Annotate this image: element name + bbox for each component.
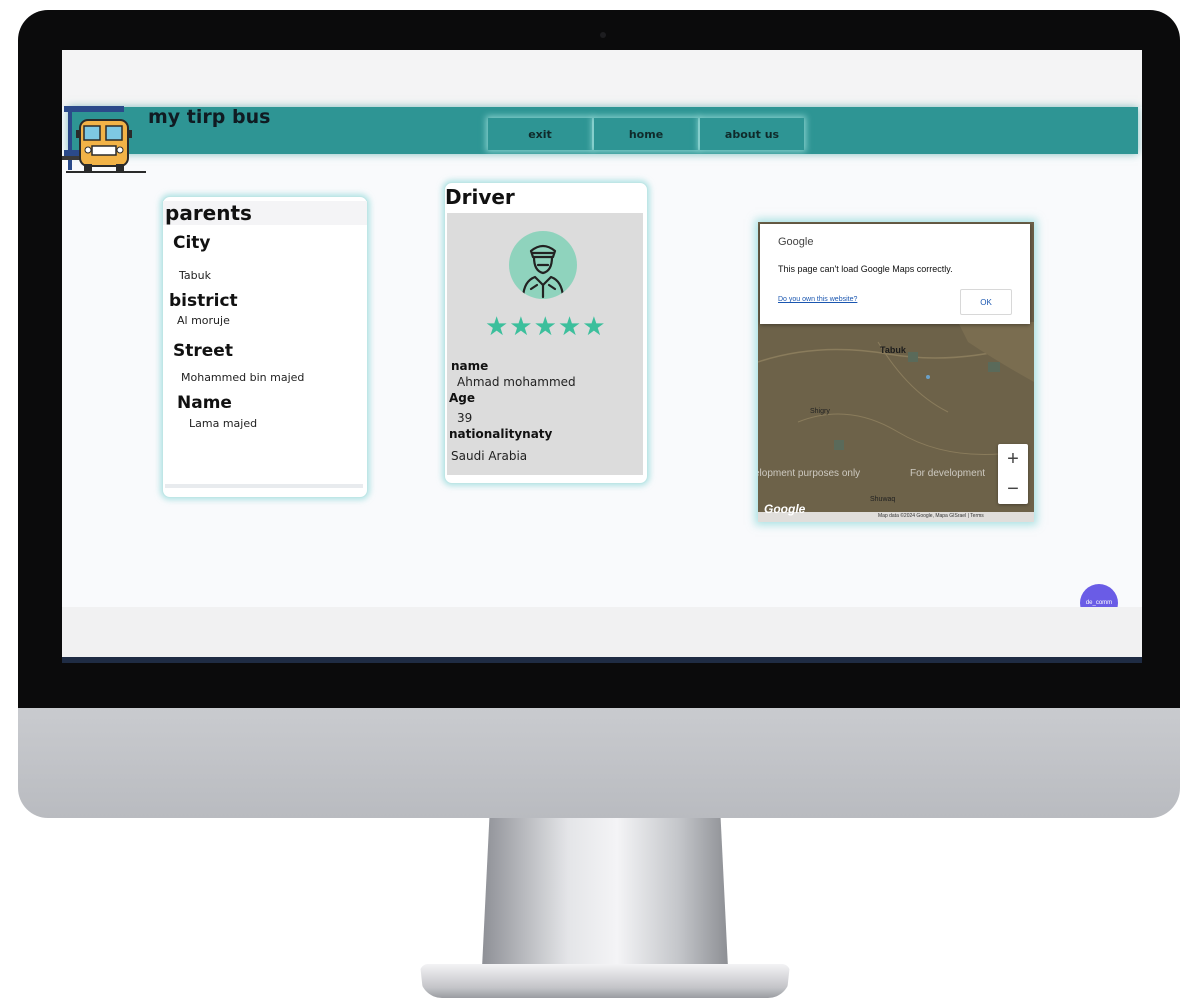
name-value: Lama majed <box>189 417 258 430</box>
chat-widget-label: de_comm <box>1085 600 1113 606</box>
driver-avatar-icon <box>509 231 577 299</box>
map-place-label: Shigry <box>810 408 830 415</box>
driver-card: Driver ★★★★★ name Ahmad mohammed Age 39 … <box>444 182 648 484</box>
parents-title: parents <box>163 201 367 225</box>
main-nav: exit home about us <box>488 118 804 150</box>
nav-home-button[interactable]: home <box>594 118 698 150</box>
name-label: Name <box>177 393 232 413</box>
nav-about-button[interactable]: about us <box>700 118 804 150</box>
map-ok-button[interactable]: OK <box>960 289 1012 315</box>
city-label: City <box>173 233 211 253</box>
district-label: bistrict <box>169 291 238 311</box>
map-zoom-control: + − <box>998 444 1028 504</box>
taskbar-edge <box>62 657 1142 663</box>
stand-base <box>420 964 790 998</box>
map-dialog-link[interactable]: Do you own this website? <box>778 296 857 303</box>
parents-card-bar <box>165 484 363 488</box>
zoom-out-button[interactable]: − <box>998 474 1028 504</box>
map-watermark: elopment purposes only <box>758 468 861 479</box>
stand-neck <box>482 818 728 968</box>
site-title: my tirp bus <box>148 106 271 128</box>
driver-rating-stars: ★★★★★ <box>485 311 607 341</box>
driver-title: Driver <box>445 185 515 209</box>
driver-name-label: name <box>451 359 489 373</box>
driver-nationality-label: nationalitynaty <box>449 427 553 441</box>
driver-age-value: 39 <box>457 411 473 425</box>
street-value: Mohammed bin majed <box>181 371 305 384</box>
monitor-chin <box>18 708 1180 818</box>
nav-exit-button[interactable]: exit <box>488 118 592 150</box>
map-place-label-2: Shuwaq <box>870 496 896 503</box>
driver-name-value: Ahmad mohammed <box>457 375 576 389</box>
street-label: Street <box>173 341 233 361</box>
map-city-label: Tabuk <box>880 345 906 355</box>
map-watermark-2: For development <box>910 468 986 479</box>
google-logo: Google <box>764 502 806 516</box>
map-attribution: Map data ©2024 Google, Mapa GISrael | Te… <box>878 513 984 519</box>
district-value: Al moruje <box>177 314 230 327</box>
parents-card: parents City Tabuk bistrict Al moruje St… <box>162 196 368 498</box>
google-map[interactable]: Google This page can't load Google Maps … <box>758 222 1034 522</box>
driver-age-label: Age <box>449 391 476 405</box>
monitor-stand <box>420 818 790 1000</box>
camera-dot <box>600 32 606 38</box>
bus-stop-logo-icon <box>62 104 146 174</box>
map-dialog-title: Google <box>778 236 814 248</box>
city-value: Tabuk <box>179 269 211 282</box>
screen: my tirp bus exit home about us parents C… <box>62 50 1142 663</box>
map-dialog-message: This page can't load Google Maps correct… <box>778 264 953 274</box>
driver-nationality-value: Saudi Arabia <box>451 449 528 463</box>
browser-top-area <box>62 50 1142 107</box>
map-error-dialog: Google This page can't load Google Maps … <box>760 224 1030 324</box>
driver-panel: ★★★★★ name Ahmad mohammed Age 39 nationa… <box>447 213 643 475</box>
browser-bottom-area <box>62 607 1142 657</box>
zoom-in-button[interactable]: + <box>998 444 1028 474</box>
